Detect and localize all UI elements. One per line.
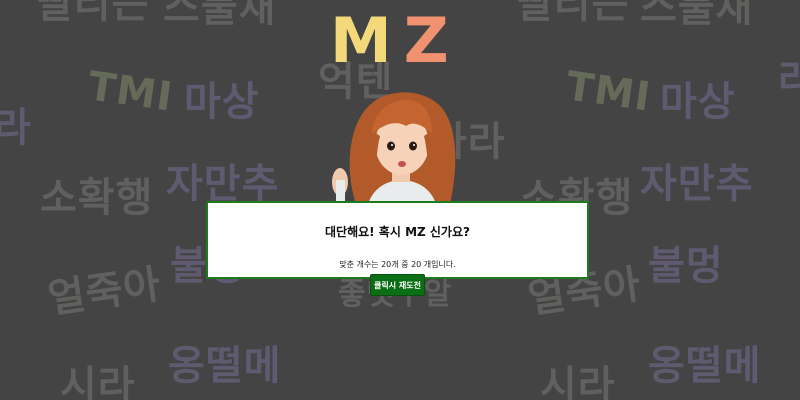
- bg-word: 시라: [540, 363, 616, 400]
- bg-word: 마상: [184, 79, 260, 125]
- bg-word: 빨리는: [36, 0, 150, 27]
- result-modal: 대단해요! 혹시 MZ 신가요? 맞춘 개수는 20개 중 20 개입니다.: [206, 201, 589, 279]
- bg-word: 빨리는: [516, 0, 630, 27]
- score-text: 맞춘 개수는 20개 중 20 개입니다.: [339, 260, 456, 269]
- bg-word: 자만추: [166, 161, 280, 207]
- bg-word: 옹떨메: [648, 343, 762, 389]
- bg-word: 라: [778, 57, 800, 103]
- bg-word: 자만추: [640, 161, 754, 207]
- replay-button[interactable]: 클릭시 재도전: [370, 274, 425, 296]
- logo-letter-z: Z: [403, 4, 461, 77]
- bg-word: 시라: [60, 363, 136, 400]
- character-illustration: [332, 92, 456, 204]
- bg-word: 불멍: [648, 243, 724, 289]
- bg-word: 소확행: [40, 175, 154, 221]
- bg-word: 스불재: [640, 0, 754, 31]
- bg-word: 얼죽아: [45, 261, 165, 323]
- logo-letter-m: M: [330, 4, 404, 77]
- bg-word: TMI: [563, 63, 654, 121]
- bg-word: 라: [0, 105, 32, 151]
- result-title: 대단해요! 혹시 MZ 신가요?: [325, 225, 470, 239]
- bg-word: 옹떨메: [168, 343, 282, 389]
- bg-word: TMI: [85, 63, 176, 121]
- mz-logo: MZ: [330, 10, 461, 72]
- bg-word: 마상: [660, 79, 736, 125]
- bg-word: 스불재: [163, 0, 277, 31]
